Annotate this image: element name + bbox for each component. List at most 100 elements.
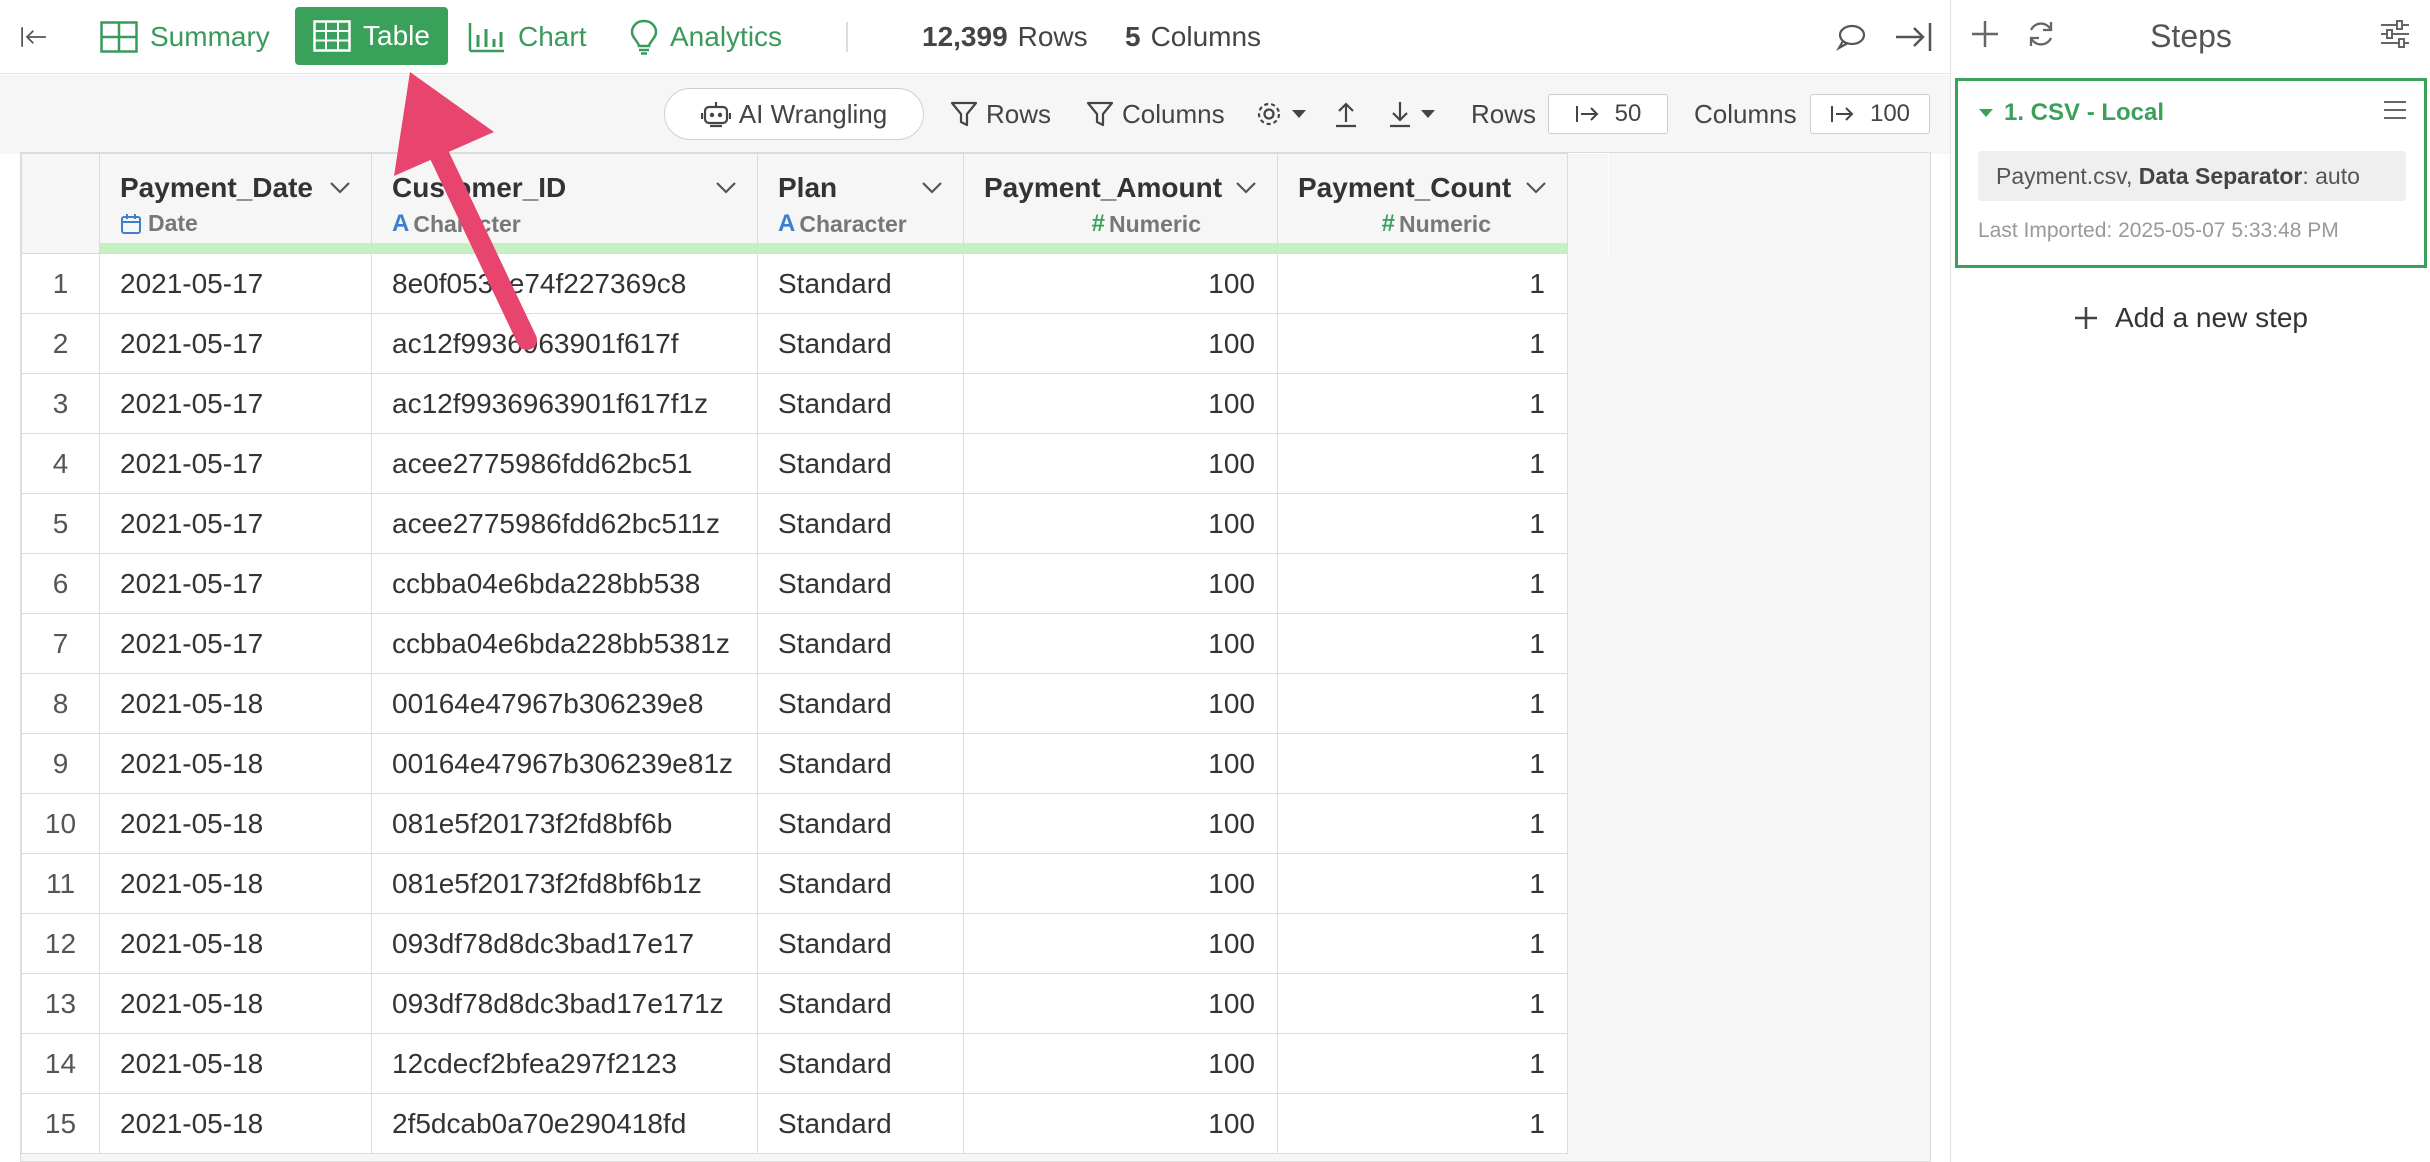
cell-payment-amount[interactable]: 100 [963, 853, 1278, 914]
cell-customer-id[interactable]: ac12f9936963901f617f1z [371, 373, 758, 434]
chevron-down-icon[interactable] [715, 181, 737, 195]
cell-plan[interactable]: Standard [757, 913, 964, 974]
cell-customer-id[interactable]: 8e0f053be74f227369c8 [371, 253, 758, 314]
cell-payment-amount[interactable]: 100 [963, 1093, 1278, 1154]
cell-payment-date[interactable]: 2021-05-17 [99, 553, 372, 614]
comment-icon[interactable] [1836, 0, 1878, 74]
cell-payment-amount[interactable]: 100 [963, 793, 1278, 854]
cell-customer-id[interactable]: 093df78d8dc3bad17e17 [371, 913, 758, 974]
chevron-down-icon[interactable] [1235, 181, 1257, 195]
filter-rows-button[interactable]: Rows [950, 88, 1051, 140]
chevron-down-icon[interactable] [921, 181, 943, 195]
cell-plan[interactable]: Standard [757, 733, 964, 794]
columns-display-input[interactable]: 100 [1810, 94, 1930, 134]
cell-payment-count[interactable]: 1 [1277, 253, 1568, 314]
column-header-customer-id[interactable]: Customer_ID A Character [371, 153, 758, 254]
cell-payment-date[interactable]: 2021-05-17 [99, 313, 372, 374]
cell-plan[interactable]: Standard [757, 493, 964, 554]
chevron-down-icon[interactable] [329, 181, 351, 195]
filter-columns-button[interactable]: Columns [1086, 88, 1225, 140]
cell-payment-count[interactable]: 1 [1277, 493, 1568, 554]
tab-analytics[interactable]: Analytics [630, 0, 782, 74]
cell-plan[interactable]: Standard [757, 433, 964, 494]
cell-customer-id[interactable]: 00164e47967b306239e81z [371, 733, 758, 794]
cell-customer-id[interactable]: acee2775986fdd62bc511z [371, 493, 758, 554]
column-header-payment-amount[interactable]: Payment_Amount # Numeric [963, 153, 1278, 254]
cell-payment-date[interactable]: 2021-05-18 [99, 1033, 372, 1094]
collapse-left-icon[interactable] [20, 0, 60, 74]
cell-payment-count[interactable]: 1 [1277, 1093, 1568, 1154]
cell-payment-date[interactable]: 2021-05-18 [99, 793, 372, 854]
column-header-plan[interactable]: Plan A Character [757, 153, 964, 254]
cell-customer-id[interactable]: ccbba04e6bda228bb538 [371, 553, 758, 614]
cell-payment-count[interactable]: 1 [1277, 433, 1568, 494]
cell-plan[interactable]: Standard [757, 1093, 964, 1154]
cell-plan[interactable]: Standard [757, 553, 964, 614]
cell-payment-count[interactable]: 1 [1277, 313, 1568, 374]
cell-payment-date[interactable]: 2021-05-18 [99, 973, 372, 1034]
cell-payment-count[interactable]: 1 [1277, 733, 1568, 794]
tab-chart[interactable]: Chart [468, 0, 586, 74]
cell-plan[interactable]: Standard [757, 613, 964, 674]
upload-icon[interactable] [1334, 88, 1366, 140]
cell-payment-amount[interactable]: 100 [963, 553, 1278, 614]
cell-plan[interactable]: Standard [757, 793, 964, 854]
cell-payment-amount[interactable]: 100 [963, 373, 1278, 434]
column-header-payment-date[interactable]: Payment_Date Date [99, 153, 372, 254]
ai-wrangling-button[interactable]: AI Wrangling [664, 88, 924, 140]
cell-plan[interactable]: Standard [757, 313, 964, 374]
cell-plan[interactable]: Standard [757, 373, 964, 434]
cell-payment-count[interactable]: 1 [1277, 913, 1568, 974]
settings-dropdown-button[interactable] [1255, 88, 1315, 140]
cell-customer-id[interactable]: ccbba04e6bda228bb5381z [371, 613, 758, 674]
cell-payment-amount[interactable]: 100 [963, 433, 1278, 494]
cell-customer-id[interactable]: 00164e47967b306239e8 [371, 673, 758, 734]
cell-plan[interactable]: Standard [757, 673, 964, 734]
cell-plan[interactable]: Standard [757, 253, 964, 314]
cell-payment-date[interactable]: 2021-05-18 [99, 733, 372, 794]
sliders-icon[interactable] [2379, 18, 2411, 55]
cell-payment-count[interactable]: 1 [1277, 1033, 1568, 1094]
cell-plan[interactable]: Standard [757, 853, 964, 914]
cell-payment-count[interactable]: 1 [1277, 553, 1568, 614]
step-title[interactable]: 1. CSV - Local [1978, 99, 2164, 127]
add-step-button[interactable]: Add a new step [1951, 302, 2430, 334]
cell-payment-date[interactable]: 2021-05-18 [99, 673, 372, 734]
cell-payment-amount[interactable]: 100 [963, 733, 1278, 794]
cell-payment-date[interactable]: 2021-05-18 [99, 913, 372, 974]
cell-plan[interactable]: Standard [757, 973, 964, 1034]
cell-payment-date[interactable]: 2021-05-17 [99, 373, 372, 434]
rows-display-input[interactable]: 50 [1548, 94, 1668, 134]
cell-payment-amount[interactable]: 100 [963, 253, 1278, 314]
step-detail[interactable]: Payment.csv, Data Separator : auto [1978, 151, 2406, 201]
cell-payment-count[interactable]: 1 [1277, 613, 1568, 674]
cell-customer-id[interactable]: acee2775986fdd62bc51 [371, 433, 758, 494]
cell-payment-amount[interactable]: 100 [963, 913, 1278, 974]
cell-payment-amount[interactable]: 100 [963, 1033, 1278, 1094]
cell-payment-amount[interactable]: 100 [963, 673, 1278, 734]
cell-payment-date[interactable]: 2021-05-17 [99, 253, 372, 314]
cell-payment-amount[interactable]: 100 [963, 493, 1278, 554]
column-header-payment-count[interactable]: Payment_Count # Numeric [1277, 153, 1568, 254]
cell-payment-count[interactable]: 1 [1277, 373, 1568, 434]
cell-payment-date[interactable]: 2021-05-17 [99, 493, 372, 554]
chevron-down-icon[interactable] [1525, 181, 1547, 195]
cell-payment-date[interactable]: 2021-05-18 [99, 853, 372, 914]
cell-payment-count[interactable]: 1 [1277, 853, 1568, 914]
tab-table[interactable]: Table [295, 7, 448, 65]
tab-summary[interactable]: Summary [100, 0, 270, 74]
cell-payment-amount[interactable]: 100 [963, 313, 1278, 374]
cell-payment-date[interactable]: 2021-05-18 [99, 1093, 372, 1154]
cell-payment-count[interactable]: 1 [1277, 973, 1568, 1034]
cell-payment-amount[interactable]: 100 [963, 973, 1278, 1034]
cell-payment-date[interactable]: 2021-05-17 [99, 613, 372, 674]
cell-plan[interactable]: Standard [757, 1033, 964, 1094]
cell-payment-count[interactable]: 1 [1277, 673, 1568, 734]
cell-customer-id[interactable]: 2f5dcab0a70e290418fd [371, 1093, 758, 1154]
cell-customer-id[interactable]: 093df78d8dc3bad17e171z [371, 973, 758, 1034]
download-dropdown-button[interactable] [1388, 88, 1444, 140]
collapse-right-icon[interactable] [1893, 0, 1945, 74]
hamburger-menu-icon[interactable] [2382, 99, 2408, 126]
cell-payment-date[interactable]: 2021-05-17 [99, 433, 372, 494]
cell-customer-id[interactable]: 12cdecf2bfea297f2123 [371, 1033, 758, 1094]
